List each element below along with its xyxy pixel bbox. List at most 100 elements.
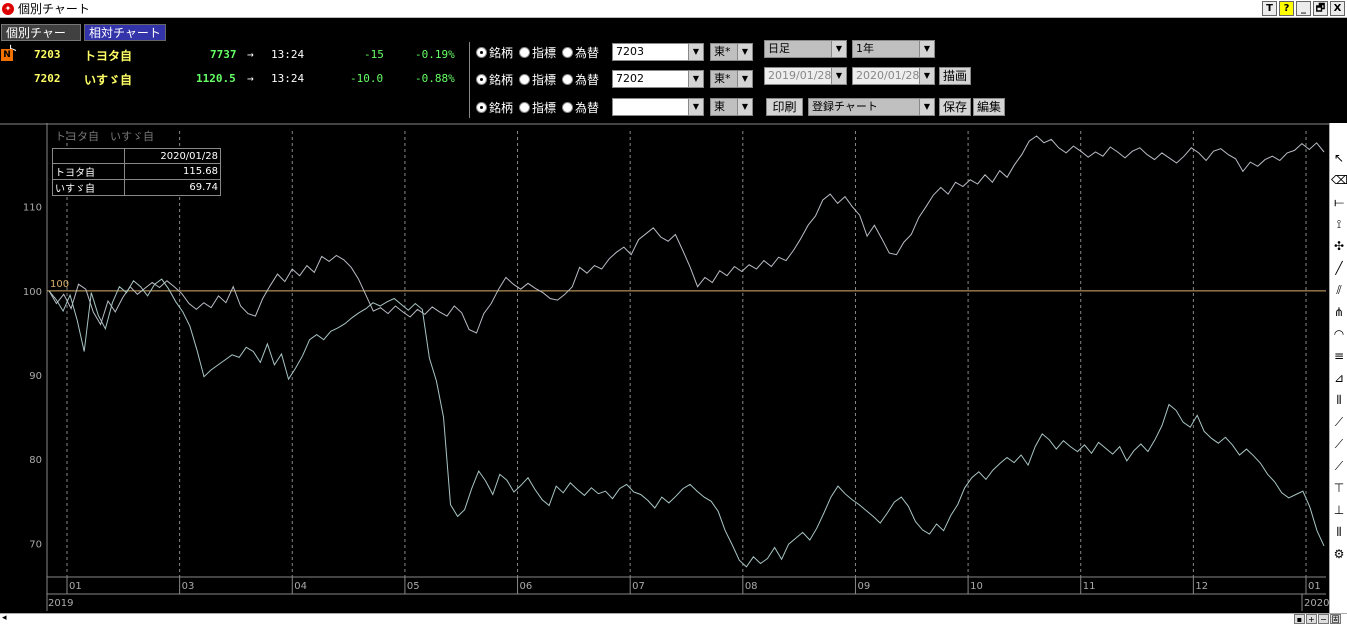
- relative-chart[interactable]: 70 80 90 100 110 01 03 04 05 06 07 08 09 10 11 12 01 2019…: [0, 123, 1329, 613]
- window-title: 個別チャート: [18, 2, 90, 16]
- legend-value-toyota: 115.68: [124, 163, 221, 180]
- date-from-select[interactable]: 2019/01/28 ▼: [764, 67, 847, 85]
- zoom-in-button[interactable]: +: [1306, 614, 1317, 624]
- radio-stock[interactable]: 銘柄: [476, 44, 513, 61]
- market-value: 東: [714, 100, 725, 113]
- quote-price: 1120.5: [196, 72, 236, 85]
- chevron-down-icon[interactable]: ▼: [737, 99, 752, 115]
- range-select[interactable]: 1年 ▼: [852, 40, 935, 58]
- registered-chart-value: 登録チャート: [812, 100, 878, 113]
- text-top-icon[interactable]: ⊤: [1331, 477, 1347, 499]
- quote-code: 7203: [34, 48, 61, 61]
- market-select-1[interactable]: 東* ▼: [710, 43, 753, 61]
- radio-label: 銘柄: [489, 100, 514, 115]
- channel-icon[interactable]: ⫽: [1331, 279, 1347, 301]
- radio-stock[interactable]: 銘柄: [476, 71, 513, 88]
- radio-indicator[interactable]: 指標: [519, 71, 556, 88]
- chevron-down-icon[interactable]: ▼: [919, 41, 934, 57]
- market-select-3[interactable]: 東 ▼: [710, 98, 753, 116]
- radio-forex[interactable]: 為替: [562, 44, 599, 61]
- zigzag-icon[interactable]: ⟋: [1331, 455, 1347, 477]
- date-to-select[interactable]: 2020/01/28 ▼: [852, 67, 935, 85]
- chevron-down-icon[interactable]: ▼: [688, 71, 703, 87]
- selector-row-1: 銘柄 指標 為替: [476, 43, 599, 61]
- line-tool-icon[interactable]: ⟋: [1331, 411, 1347, 433]
- bars-2-icon[interactable]: ⫴: [1331, 521, 1347, 543]
- quote-code: 7202: [34, 72, 61, 85]
- chevron-down-icon[interactable]: ▼: [919, 99, 934, 115]
- chevron-down-icon[interactable]: ▼: [831, 41, 846, 57]
- regression-icon[interactable]: ⟋: [1331, 433, 1347, 455]
- horizontal-line-icon[interactable]: ⟝: [1331, 191, 1347, 213]
- fix-button[interactable]: 固: [1330, 614, 1341, 624]
- save-button[interactable]: 保存: [939, 98, 971, 116]
- tab-individual-chart[interactable]: 個別チャート: [1, 24, 81, 57]
- table-cell: [52, 148, 125, 164]
- value-table: 2020/01/28 トヨタ自 115.68 いすゞ自 69.74: [52, 148, 221, 196]
- radio-forex[interactable]: 為替: [562, 99, 599, 116]
- chevron-down-icon[interactable]: ▼: [737, 71, 752, 87]
- vertical-line-icon[interactable]: ⟟: [1331, 213, 1347, 235]
- close-button[interactable]: X: [1330, 1, 1345, 16]
- market-value: 東*: [714, 45, 731, 58]
- chart-area[interactable]: 70 80 90 100 110 01 03 04 05 06 07 08 09 10 11 12 01 2019…: [0, 123, 1347, 613]
- radio-indicator[interactable]: 指標: [519, 99, 556, 116]
- table-row: トヨタ自 115.68: [52, 163, 221, 180]
- symbol-select-1[interactable]: 7203 ▼: [612, 43, 704, 61]
- market-select-2[interactable]: 東* ▼: [710, 70, 753, 88]
- legend-date: 2020/01/28: [124, 148, 221, 164]
- restore-button[interactable]: 🗗: [1313, 1, 1328, 16]
- zoom-out-button[interactable]: −: [1318, 614, 1329, 624]
- quote-arrow: →: [247, 72, 254, 85]
- title-t-button[interactable]: T: [1262, 1, 1277, 16]
- radio-label: 為替: [575, 72, 600, 87]
- chevron-down-icon[interactable]: ▼: [737, 44, 752, 60]
- arrow-cursor-icon[interactable]: ↖: [1331, 147, 1347, 169]
- radio-dot-icon: [562, 73, 574, 85]
- bars-icon[interactable]: ⫴: [1331, 389, 1347, 411]
- series-toyota-line: [48, 135, 1325, 334]
- range-value: 1年: [856, 42, 874, 55]
- radio-label: 指標: [532, 72, 557, 87]
- quote-row-toyota[interactable]: 7203 トヨタ自 7737 → 13:24 -15 -0.19%: [0, 48, 470, 64]
- symbol-select-3[interactable]: ▼: [612, 98, 704, 116]
- gann-icon[interactable]: ⊿: [1331, 367, 1347, 389]
- minimize-button[interactable]: _: [1296, 1, 1311, 16]
- chevron-down-icon[interactable]: ▼: [688, 99, 703, 115]
- quote-time: 13:24: [271, 48, 305, 61]
- radio-dot-icon: [476, 73, 487, 85]
- radio-indicator[interactable]: 指標: [519, 44, 556, 61]
- status-bar: ◂ ▪ + − 固: [0, 613, 1347, 624]
- fibonacci-retracement-icon[interactable]: ≡: [1331, 345, 1347, 367]
- x-tick-label: 12: [1195, 581, 1208, 592]
- eraser-icon[interactable]: ⌫: [1331, 169, 1347, 191]
- radio-forex[interactable]: 為替: [562, 71, 599, 88]
- edit-button[interactable]: 編集: [973, 98, 1005, 116]
- zoom-reset-button[interactable]: ▪: [1294, 614, 1305, 624]
- symbol-select-2[interactable]: 7202 ▼: [612, 70, 704, 88]
- chevron-down-icon[interactable]: ▼: [688, 44, 703, 60]
- radio-dot-icon: [519, 101, 531, 113]
- scroll-left-icon[interactable]: ◂: [2, 613, 7, 623]
- radio-dot-icon: [476, 101, 487, 113]
- radio-stock[interactable]: 銘柄: [476, 99, 513, 116]
- text-bottom-icon[interactable]: ⊥: [1331, 499, 1347, 521]
- draw-button[interactable]: 描画: [939, 67, 971, 85]
- registered-chart-select[interactable]: 登録チャート ▼: [808, 98, 935, 116]
- radio-label: 為替: [575, 45, 600, 60]
- fibonacci-arc-icon[interactable]: ◠: [1331, 323, 1347, 345]
- fibonacci-fan-icon[interactable]: ⋔: [1331, 301, 1347, 323]
- drawing-toolbar: ↖ ⌫ ⟝ ⟟ ✣ ╱ ⫽ ⋔ ◠ ≡ ⊿ ⫴ ⟋ ⟋ ⟋ ⊤ ⊥ ⫴ ⚙: [1329, 123, 1347, 613]
- chevron-down-icon[interactable]: ▼: [919, 68, 934, 84]
- cross-line-icon[interactable]: ✣: [1331, 235, 1347, 257]
- help-button[interactable]: ?: [1279, 1, 1294, 16]
- tab-relative-chart[interactable]: 相対チャート: [84, 24, 166, 41]
- trend-line-icon[interactable]: ╱: [1331, 257, 1347, 279]
- period-select[interactable]: 日足 ▼: [764, 40, 847, 58]
- print-button[interactable]: 印刷: [766, 98, 803, 116]
- chevron-down-icon[interactable]: ▼: [831, 68, 846, 84]
- radio-label: 指標: [532, 100, 557, 115]
- app-icon: ✦: [2, 2, 14, 15]
- quote-row-isuzu[interactable]: 7202 いすゞ自 1120.5 → 13:24 -10.0 -0.88%: [0, 72, 470, 88]
- settings-icon[interactable]: ⚙: [1331, 543, 1347, 565]
